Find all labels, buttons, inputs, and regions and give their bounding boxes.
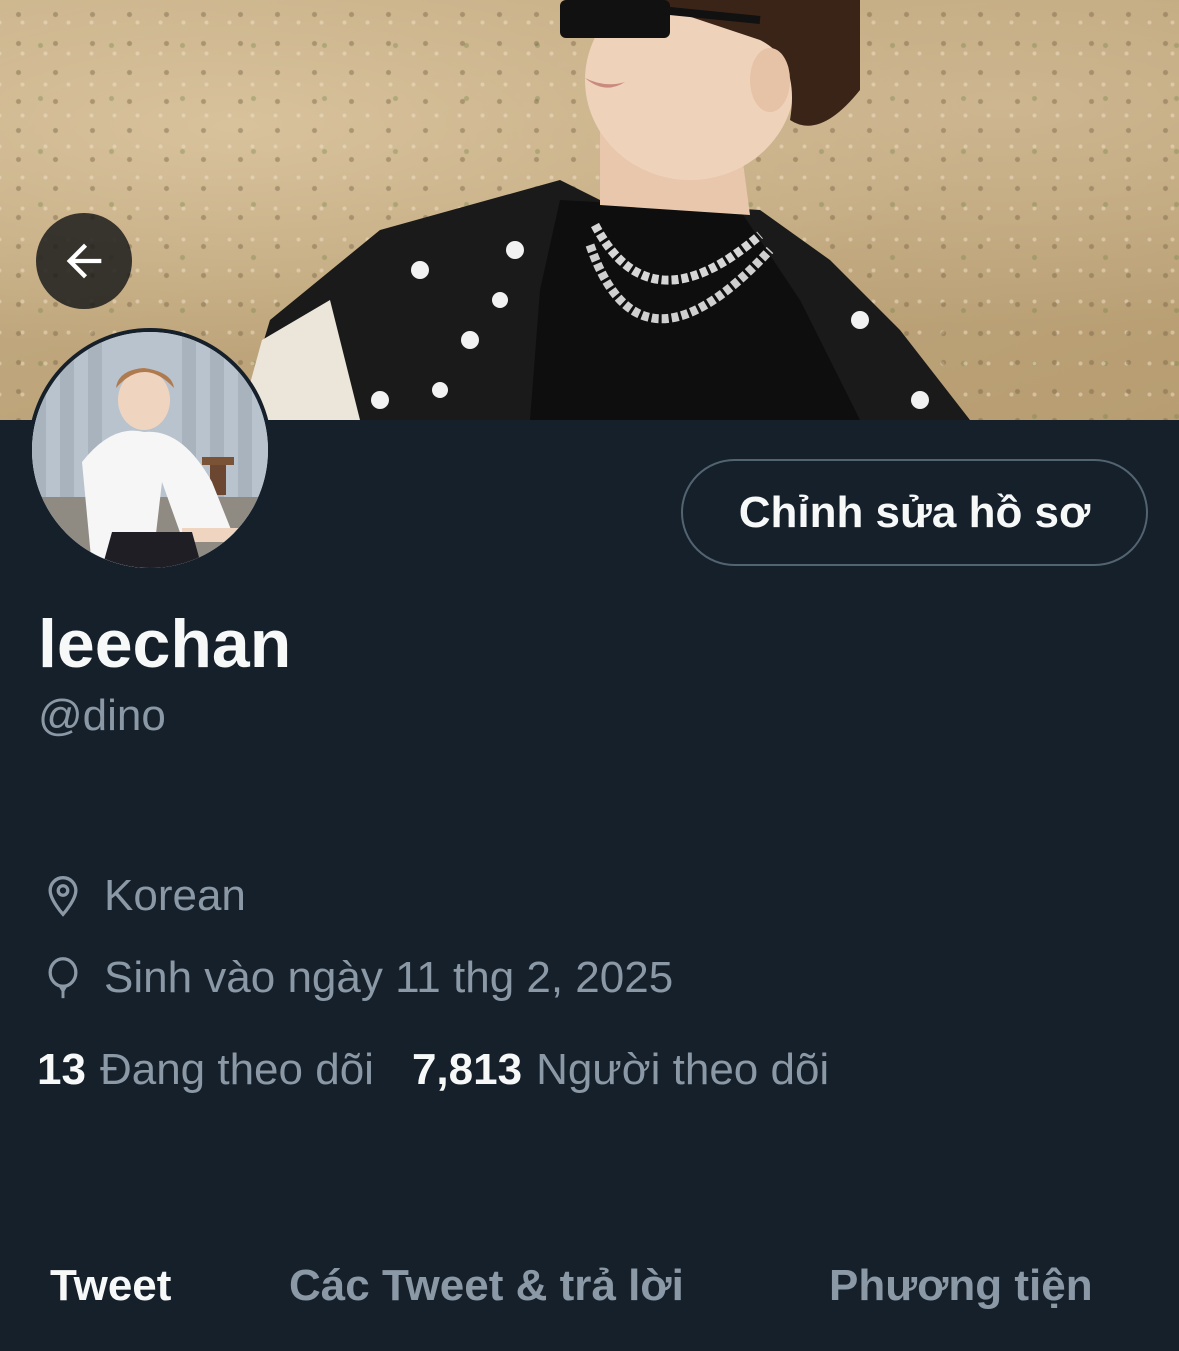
- birthday-text: Sinh vào ngày 11 thg 2, 2025: [104, 953, 674, 1002]
- following-link[interactable]: 13 Đang theo dõi: [37, 1044, 374, 1096]
- avatar-photo: [32, 332, 268, 568]
- following-count: 13: [37, 1045, 86, 1094]
- edit-profile-button[interactable]: Chỉnh sửa hồ sơ: [681, 459, 1148, 566]
- follow-stats: 13 Đang theo dõi 7,813 Người theo dõi: [37, 1044, 829, 1096]
- followers-label: Người theo dõi: [536, 1045, 830, 1094]
- profile-tabs: Tweet Các Tweet & trả lời Phương tiện: [0, 1250, 1179, 1351]
- location-row: Korean: [40, 870, 246, 922]
- tab-media[interactable]: Phương tiện: [829, 1260, 1093, 1312]
- location-text: Korean: [104, 871, 246, 920]
- following-label: Đang theo dõi: [99, 1045, 374, 1094]
- tab-tweets[interactable]: Tweet: [50, 1260, 171, 1312]
- balloon-icon: [40, 955, 86, 1001]
- followers-link[interactable]: 7,813 Người theo dõi: [412, 1044, 829, 1096]
- arrow-left-icon: [66, 243, 102, 279]
- back-button[interactable]: [36, 213, 132, 309]
- profile-avatar[interactable]: [28, 328, 272, 572]
- user-handle: @dino: [38, 691, 166, 740]
- birthday-row: Sinh vào ngày 11 thg 2, 2025: [40, 952, 673, 1004]
- location-pin-icon: [40, 873, 86, 919]
- tab-tweets-and-replies[interactable]: Các Tweet & trả lời: [289, 1260, 684, 1312]
- display-name: leechan: [38, 606, 292, 682]
- followers-count: 7,813: [411, 1045, 523, 1094]
- edit-profile-label: Chỉnh sửa hồ sơ: [738, 487, 1091, 537]
